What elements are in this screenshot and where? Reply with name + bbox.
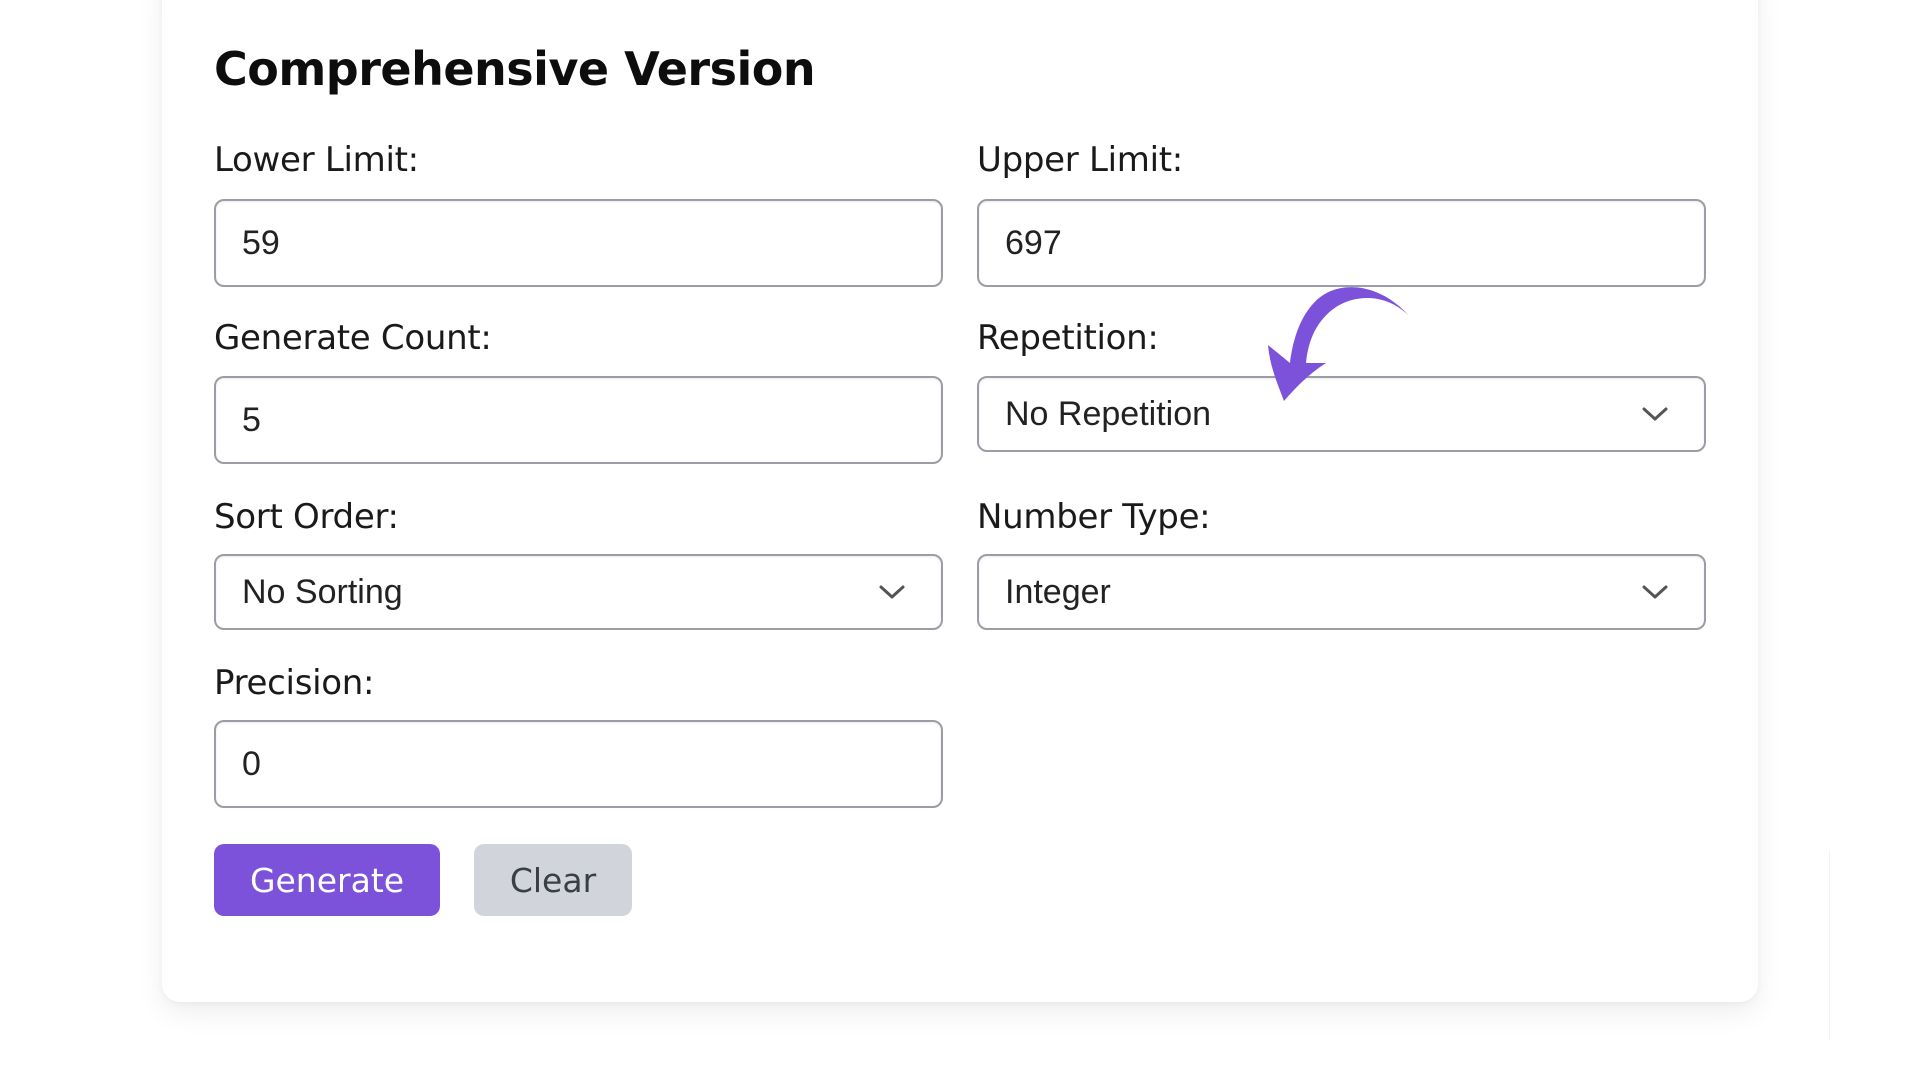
page-title: Comprehensive Version: [214, 42, 816, 96]
lower-limit-input[interactable]: 59: [214, 199, 943, 287]
generate-button[interactable]: Generate: [214, 844, 440, 916]
upper-limit-input[interactable]: 697: [977, 199, 1706, 287]
repetition-label: Repetition:: [977, 318, 1159, 358]
generate-count-value: 5: [242, 400, 261, 439]
lower-limit-label: Lower Limit:: [214, 140, 419, 180]
precision-value: 0: [242, 744, 261, 783]
chevron-down-icon: [1642, 585, 1668, 599]
page-divider: [1829, 850, 1830, 1040]
chevron-down-icon: [879, 585, 905, 599]
clear-button[interactable]: Clear: [474, 844, 632, 916]
precision-input[interactable]: 0: [214, 720, 943, 808]
generate-count-label: Generate Count:: [214, 318, 492, 358]
chevron-down-icon: [1642, 407, 1668, 421]
curved-arrow-icon: [1268, 287, 1408, 401]
upper-limit-value: 697: [1005, 223, 1062, 262]
number-type-select[interactable]: Integer: [977, 554, 1706, 630]
sort-order-value: No Sorting: [242, 572, 403, 611]
lower-limit-value: 59: [242, 223, 280, 262]
sort-order-label: Sort Order:: [214, 497, 399, 537]
generate-count-input[interactable]: 5: [214, 376, 943, 464]
number-type-value: Integer: [1005, 572, 1111, 611]
upper-limit-label: Upper Limit:: [977, 140, 1183, 180]
number-type-label: Number Type:: [977, 497, 1211, 537]
precision-label: Precision:: [214, 663, 375, 703]
sort-order-select[interactable]: No Sorting: [214, 554, 943, 630]
